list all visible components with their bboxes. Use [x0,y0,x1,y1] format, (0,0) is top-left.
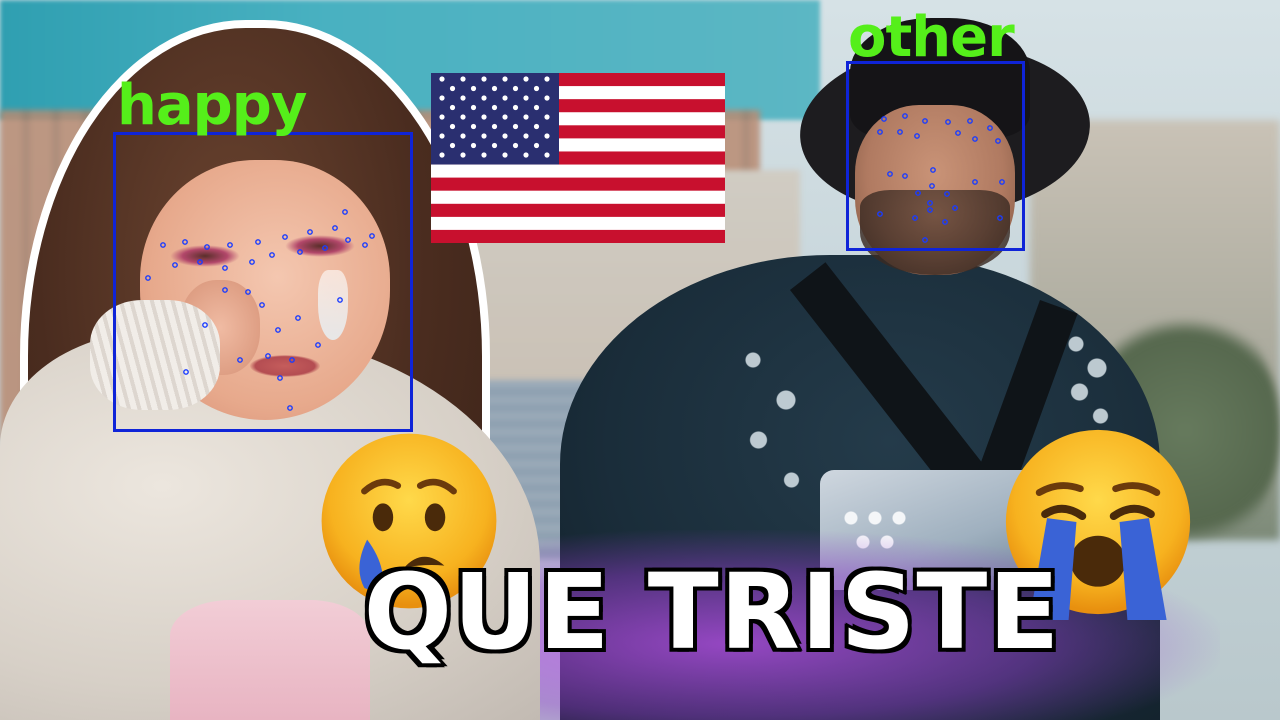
face-detection-box-man [846,61,1025,251]
face-detection-box-woman [113,132,413,432]
caption-text: QUE TRISTE [361,551,1063,673]
emotion-label-woman: happy [117,73,307,138]
emotion-label-man: other [848,5,1015,70]
thumbnail-scene: happy other QUE TRISTE [0,0,1280,720]
